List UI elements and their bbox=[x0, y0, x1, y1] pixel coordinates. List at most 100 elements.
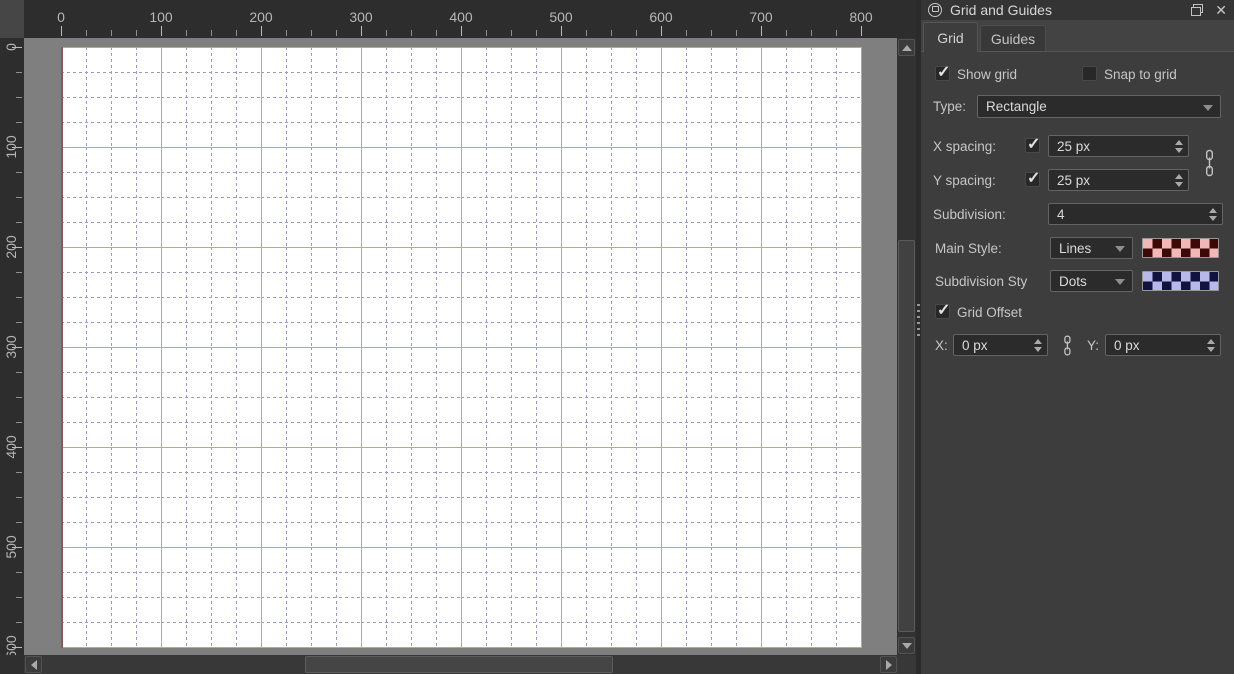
main-style-label: Main Style: bbox=[935, 241, 1002, 256]
horizontal-scrollbar-thumb[interactable] bbox=[305, 656, 613, 673]
ruler-label: 300 bbox=[349, 9, 372, 25]
checkmark-icon: ✓ bbox=[937, 62, 950, 82]
subdivision-style-label: Subdivision Sty bbox=[935, 274, 1027, 289]
ruler-label: 100 bbox=[3, 135, 19, 158]
y-spacing-value: 25 px bbox=[1057, 173, 1090, 188]
ruler-label: 300 bbox=[3, 335, 19, 358]
spin-up-icon[interactable] bbox=[1034, 339, 1042, 344]
horizontal-ruler[interactable]: 0100200300400500600700800 bbox=[24, 0, 916, 38]
ruler-label: 700 bbox=[749, 9, 772, 25]
x-spacing-label: X spacing: bbox=[933, 139, 996, 154]
docker-close-icon[interactable]: ✕ bbox=[1215, 3, 1227, 17]
vertical-ruler[interactable]: 0 100 200 300 400 500 600 bbox=[0, 38, 24, 655]
scroll-down-button[interactable] bbox=[898, 637, 915, 654]
spinner-arrows[interactable] bbox=[1175, 170, 1183, 190]
x-spacing-checkbox[interactable]: ✓ bbox=[1025, 138, 1040, 153]
canvas-viewport[interactable] bbox=[24, 38, 897, 655]
scrollbar-corner-left bbox=[0, 655, 24, 674]
offset-x-spinbox[interactable]: 0 px bbox=[953, 334, 1048, 356]
spin-down-icon[interactable] bbox=[1207, 347, 1215, 352]
chevron-down-icon bbox=[1203, 105, 1213, 111]
offset-y-label: Y: bbox=[1087, 338, 1099, 353]
main-style-value: Lines bbox=[1059, 241, 1091, 256]
tab-grid[interactable]: Grid bbox=[923, 22, 978, 52]
offset-x-value: 0 px bbox=[962, 338, 988, 353]
offset-x-label: X: bbox=[935, 338, 948, 353]
vertical-scrollbar[interactable] bbox=[897, 38, 916, 655]
spin-up-icon[interactable] bbox=[1209, 208, 1217, 213]
subdivision-style-value: Dots bbox=[1059, 274, 1087, 289]
docker-lock-icon[interactable] bbox=[928, 3, 942, 17]
spinner-arrows[interactable] bbox=[1034, 335, 1042, 355]
subdivision-value: 4 bbox=[1057, 207, 1065, 222]
docker-float-icon[interactable] bbox=[1191, 4, 1203, 16]
show-grid-checkbox[interactable]: ✓ bbox=[935, 66, 950, 81]
ruler-label: 200 bbox=[249, 9, 272, 25]
ruler-label: 0 bbox=[57, 9, 65, 25]
grid-offset-checkbox[interactable]: ✓ bbox=[935, 304, 950, 319]
horizontal-scrollbar[interactable] bbox=[24, 655, 897, 674]
ruler-corner bbox=[0, 0, 24, 38]
show-grid-label[interactable]: Show grid bbox=[957, 67, 1017, 82]
spin-down-icon[interactable] bbox=[1034, 347, 1042, 352]
document-canvas[interactable] bbox=[61, 47, 862, 648]
tab-guides[interactable]: Guides bbox=[980, 25, 1046, 51]
ruler-label: 400 bbox=[3, 435, 19, 458]
ruler-label: 100 bbox=[149, 9, 172, 25]
chevron-down-icon bbox=[1115, 279, 1125, 285]
type-dropdown[interactable]: Rectangle bbox=[977, 95, 1221, 118]
main-style-dropdown[interactable]: Lines bbox=[1050, 237, 1133, 259]
snap-to-grid-label[interactable]: Snap to grid bbox=[1104, 67, 1177, 82]
subdivision-style-swatch[interactable] bbox=[1142, 271, 1219, 291]
spin-up-icon[interactable] bbox=[1175, 140, 1183, 145]
spin-down-icon[interactable] bbox=[1175, 148, 1183, 153]
ruler-label: 400 bbox=[449, 9, 472, 25]
spinner-arrows[interactable] bbox=[1209, 204, 1217, 224]
docker-titlebar[interactable]: Grid and Guides ✕ bbox=[921, 0, 1234, 20]
arrow-right-icon bbox=[886, 660, 892, 670]
checkmark-icon: ✓ bbox=[1027, 168, 1040, 188]
ruler-label: 800 bbox=[849, 9, 872, 25]
spin-up-icon[interactable] bbox=[1207, 339, 1215, 344]
link-offset-icon[interactable] bbox=[1062, 335, 1073, 356]
snap-to-grid-checkbox[interactable]: ✓ bbox=[1082, 66, 1097, 81]
ruler-label: 500 bbox=[3, 535, 19, 558]
type-label: Type: bbox=[933, 99, 966, 114]
scroll-left-button[interactable] bbox=[25, 656, 42, 673]
checkmark-icon: ✓ bbox=[937, 300, 950, 320]
ruler-label: 200 bbox=[3, 235, 19, 258]
scroll-right-button[interactable] bbox=[880, 656, 897, 673]
horizontal-ruler-major-ticks bbox=[61, 26, 862, 36]
main-style-swatch[interactable] bbox=[1142, 238, 1219, 258]
spinner-arrows[interactable] bbox=[1175, 136, 1183, 156]
spin-down-icon[interactable] bbox=[1209, 216, 1217, 221]
offset-y-spinbox[interactable]: 0 px bbox=[1105, 334, 1221, 356]
spinner-arrows[interactable] bbox=[1207, 335, 1215, 355]
ruler-label: 600 bbox=[3, 635, 19, 655]
y-spacing-label: Y spacing: bbox=[933, 173, 996, 188]
krita-window: 0 100 200 300 400 500 600 700 800 0 100 200 300 400 5… bbox=[0, 0, 1234, 674]
spin-down-icon[interactable] bbox=[1175, 182, 1183, 187]
checkmark-icon: ✓ bbox=[1027, 134, 1040, 154]
arrow-up-icon bbox=[902, 45, 912, 51]
grid-offset-label[interactable]: Grid Offset bbox=[957, 305, 1022, 320]
docker-title: Grid and Guides bbox=[950, 2, 1191, 18]
subdivision-spinbox[interactable]: 4 bbox=[1048, 203, 1223, 225]
scrollbar-corner-right bbox=[897, 655, 916, 674]
y-spacing-spinbox[interactable]: 25 px bbox=[1048, 169, 1189, 191]
ruler-label: 600 bbox=[649, 9, 672, 25]
subdivision-label: Subdivision: bbox=[933, 207, 1006, 222]
arrow-left-icon bbox=[31, 660, 37, 670]
scroll-up-button[interactable] bbox=[898, 39, 915, 56]
subdivision-style-dropdown[interactable]: Dots bbox=[1050, 270, 1133, 292]
offset-y-value: 0 px bbox=[1114, 338, 1140, 353]
vertical-scrollbar-thumb[interactable] bbox=[898, 240, 915, 632]
x-spacing-spinbox[interactable]: 25 px bbox=[1048, 135, 1189, 157]
link-spacing-icon[interactable] bbox=[1203, 149, 1216, 177]
grid-and-guides-docker: Grid and Guides ✕ Grid Guides ✓ Show gri… bbox=[921, 0, 1234, 674]
type-value: Rectangle bbox=[986, 99, 1047, 114]
spin-up-icon[interactable] bbox=[1175, 174, 1183, 179]
y-spacing-checkbox[interactable]: ✓ bbox=[1025, 172, 1040, 187]
ruler-label: 0 bbox=[3, 43, 19, 51]
arrow-down-icon bbox=[902, 643, 912, 649]
